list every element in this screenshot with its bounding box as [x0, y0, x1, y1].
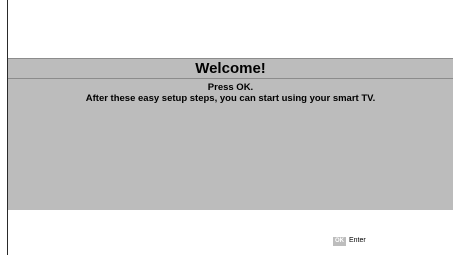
dialog-body: Press OK. After these easy setup steps, …: [8, 79, 453, 104]
dialog-title: Welcome!: [8, 58, 453, 79]
enter-hint-label: Enter: [349, 237, 366, 244]
enter-hint[interactable]: OK Enter: [333, 236, 366, 246]
welcome-dialog: Welcome! Press OK. After these easy setu…: [8, 58, 453, 210]
dialog-instruction: Press OK.: [207, 82, 254, 93]
tv-setup-screen: Welcome! Press OK. After these easy setu…: [0, 0, 453, 255]
dialog-description: After these easy setup steps, you can st…: [85, 93, 376, 104]
ok-key-icon: OK: [333, 236, 346, 246]
